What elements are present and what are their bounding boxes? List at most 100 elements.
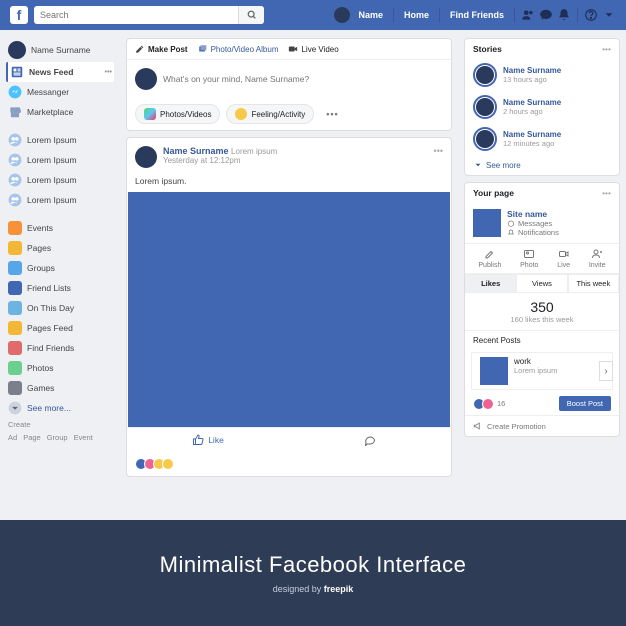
stories-title: Stories xyxy=(473,44,502,54)
news-feed-icon xyxy=(10,65,24,79)
sidebar-item-friend[interactable]: Lorem Ipsum xyxy=(6,130,114,150)
tab-likes[interactable]: Likes xyxy=(465,274,516,293)
like-button[interactable]: Like xyxy=(127,428,289,452)
nav-name[interactable]: Name xyxy=(354,10,387,20)
footer-title: Minimalist Facebook Interface xyxy=(160,552,467,578)
chevron-down-icon xyxy=(8,401,22,415)
sidebar-item-explore[interactable]: Games xyxy=(6,378,114,398)
story-time: 13 hours ago xyxy=(503,75,561,84)
people-icon xyxy=(8,173,22,187)
create-link-ad[interactable]: Ad xyxy=(8,433,17,442)
nav-home[interactable]: Home xyxy=(400,10,433,20)
tab-make-post[interactable]: Make Post xyxy=(135,44,188,54)
create-link-page[interactable]: Page xyxy=(23,433,41,442)
help-icon[interactable] xyxy=(584,8,598,22)
sidebar-item-label: Name Surname xyxy=(31,45,91,55)
composer-photos-button[interactable]: Photos/Videos xyxy=(135,104,220,124)
recent-posts-heading: Recent Posts xyxy=(465,330,619,350)
comment-button[interactable] xyxy=(289,428,451,452)
post-reactions[interactable] xyxy=(127,452,451,476)
post-menu-button[interactable]: ••• xyxy=(434,146,443,156)
avatar[interactable] xyxy=(135,146,157,168)
sidebar-item-label: News Feed xyxy=(29,67,73,77)
tab-this-week[interactable]: This week xyxy=(568,274,619,293)
reaction-count: 16 xyxy=(497,399,505,408)
create-link-event[interactable]: Event xyxy=(74,433,93,442)
sidebar-item-label: Friend Lists xyxy=(27,283,71,293)
page-action-invite[interactable]: Invite xyxy=(589,248,606,269)
sidebar-item-marketplace[interactable]: Marketplace xyxy=(6,102,114,122)
post-author[interactable]: Name Surname xyxy=(163,146,229,156)
sidebar-item-explore[interactable]: Groups xyxy=(6,258,114,278)
messages-icon[interactable] xyxy=(539,8,553,22)
composer-card: Make Post Photo/Video Album Live Video P… xyxy=(126,38,452,131)
sidebar-item-profile[interactable]: Name Surname xyxy=(6,38,114,62)
sidebar-item-friend[interactable]: Lorem Ipsum xyxy=(6,190,114,210)
sidebar-item-label: Events xyxy=(27,223,53,233)
sidebar-item-explore[interactable]: Friend Lists xyxy=(6,278,114,298)
stories-card: Stories••• Name Surname13 hours agoName … xyxy=(464,38,620,176)
post-image[interactable] xyxy=(128,192,450,427)
top-bar: f Name Home Find Friends xyxy=(0,0,626,30)
page-messages-link[interactable]: Messages xyxy=(507,219,559,228)
page-action-publish[interactable]: Publish xyxy=(478,248,501,269)
composer-more-button[interactable]: ••• xyxy=(320,106,344,122)
create-links: Ad Page Group Event xyxy=(6,431,114,444)
notifications-icon[interactable] xyxy=(557,8,571,22)
search-button[interactable] xyxy=(238,6,264,24)
sidebar-item-explore[interactable]: On This Day xyxy=(6,298,114,318)
avatar[interactable] xyxy=(334,7,350,23)
sidebar-item-label: Lorem Ipsum xyxy=(27,135,77,145)
chevron-right-icon[interactable]: › xyxy=(599,361,613,381)
friend-requests-icon[interactable] xyxy=(521,8,535,22)
people-icon xyxy=(8,193,22,207)
your-page-menu-button[interactable]: ••• xyxy=(602,188,611,198)
marketplace-icon xyxy=(8,105,22,119)
sidebar-item-explore[interactable]: Pages Feed xyxy=(6,318,114,338)
story-ring-icon xyxy=(473,63,497,87)
sidebar-item-label: Pages Feed xyxy=(27,323,73,333)
page-action-live[interactable]: Live xyxy=(557,248,570,269)
story-item[interactable]: Name Surname12 minutes ago xyxy=(465,123,619,155)
tab-photo-video-album[interactable]: Photo/Video Album xyxy=(198,44,279,54)
facebook-logo-icon[interactable]: f xyxy=(10,6,28,24)
nav-find-friends[interactable]: Find Friends xyxy=(446,10,508,20)
smiley-icon xyxy=(235,108,247,120)
post-timestamp: Yesterday at 12:12pm xyxy=(163,156,277,165)
sidebar-item-messenger[interactable]: Messanger xyxy=(6,82,114,102)
sidebar-item-explore[interactable]: Find Friends xyxy=(6,338,114,358)
messenger-icon xyxy=(8,85,22,99)
explore-icon xyxy=(8,381,22,395)
create-promotion-link[interactable]: Create Promotion xyxy=(465,415,619,436)
create-link-group[interactable]: Group xyxy=(47,433,68,442)
composer-feeling-button[interactable]: Feeling/Activity xyxy=(226,104,314,124)
sidebar-item-friend[interactable]: Lorem Ipsum xyxy=(6,170,114,190)
tab-live-video[interactable]: Live Video xyxy=(288,44,338,54)
recent-post-item[interactable]: workLorem ipsum › xyxy=(471,352,613,390)
sidebar-see-more[interactable]: See more... xyxy=(6,398,114,418)
sidebar-item-news-feed[interactable]: News Feed ••• xyxy=(6,62,114,82)
boost-post-button[interactable]: Boost Post xyxy=(559,396,611,411)
page-name[interactable]: Site name xyxy=(507,209,559,219)
bell-icon xyxy=(507,229,515,237)
page-notifications-link[interactable]: Notifications xyxy=(507,228,559,237)
page-action-photo[interactable]: Photo xyxy=(520,248,538,269)
story-item[interactable]: Name Surname13 hours ago xyxy=(465,59,619,91)
page-thumbnail[interactable] xyxy=(473,209,501,237)
sidebar-item-friend[interactable]: Lorem Ipsum xyxy=(6,150,114,170)
sidebar-item-explore[interactable]: Photos xyxy=(6,358,114,378)
sidebar-item-explore[interactable]: Pages xyxy=(6,238,114,258)
search-container xyxy=(34,6,264,24)
composer-input[interactable] xyxy=(163,74,443,84)
avatar xyxy=(8,41,26,59)
chevron-down-icon[interactable] xyxy=(602,8,616,22)
search-input[interactable] xyxy=(34,10,238,20)
tab-views[interactable]: Views xyxy=(516,274,567,293)
stories-see-more[interactable]: See more xyxy=(465,155,619,175)
stories-menu-button[interactable]: ••• xyxy=(602,44,611,54)
sidebar-item-explore[interactable]: Events xyxy=(6,218,114,238)
footer-banner: Minimalist Facebook Interface designed b… xyxy=(0,520,626,626)
story-item[interactable]: Name Surname2 hours ago xyxy=(465,91,619,123)
composer-tabs: Make Post Photo/Video Album Live Video xyxy=(127,39,451,60)
story-time: 12 minutes ago xyxy=(503,139,561,148)
